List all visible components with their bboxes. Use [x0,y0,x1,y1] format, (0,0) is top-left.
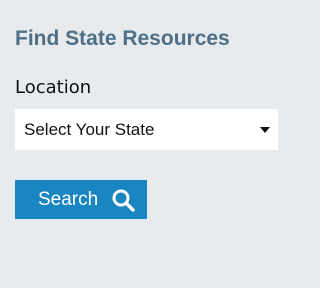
search-icon [112,189,135,212]
search-button-label: Search [38,189,99,210]
location-label: Location [15,77,92,98]
state-select[interactable]: Select Your State [15,109,278,150]
state-resources-widget: Find State Resources Location Select You… [0,0,288,288]
widget-title: Find State Resources [15,27,230,50]
state-select-value: Select Your State [24,120,155,139]
dropdown-caret-icon [260,127,270,133]
search-button[interactable]: Search [15,180,147,219]
